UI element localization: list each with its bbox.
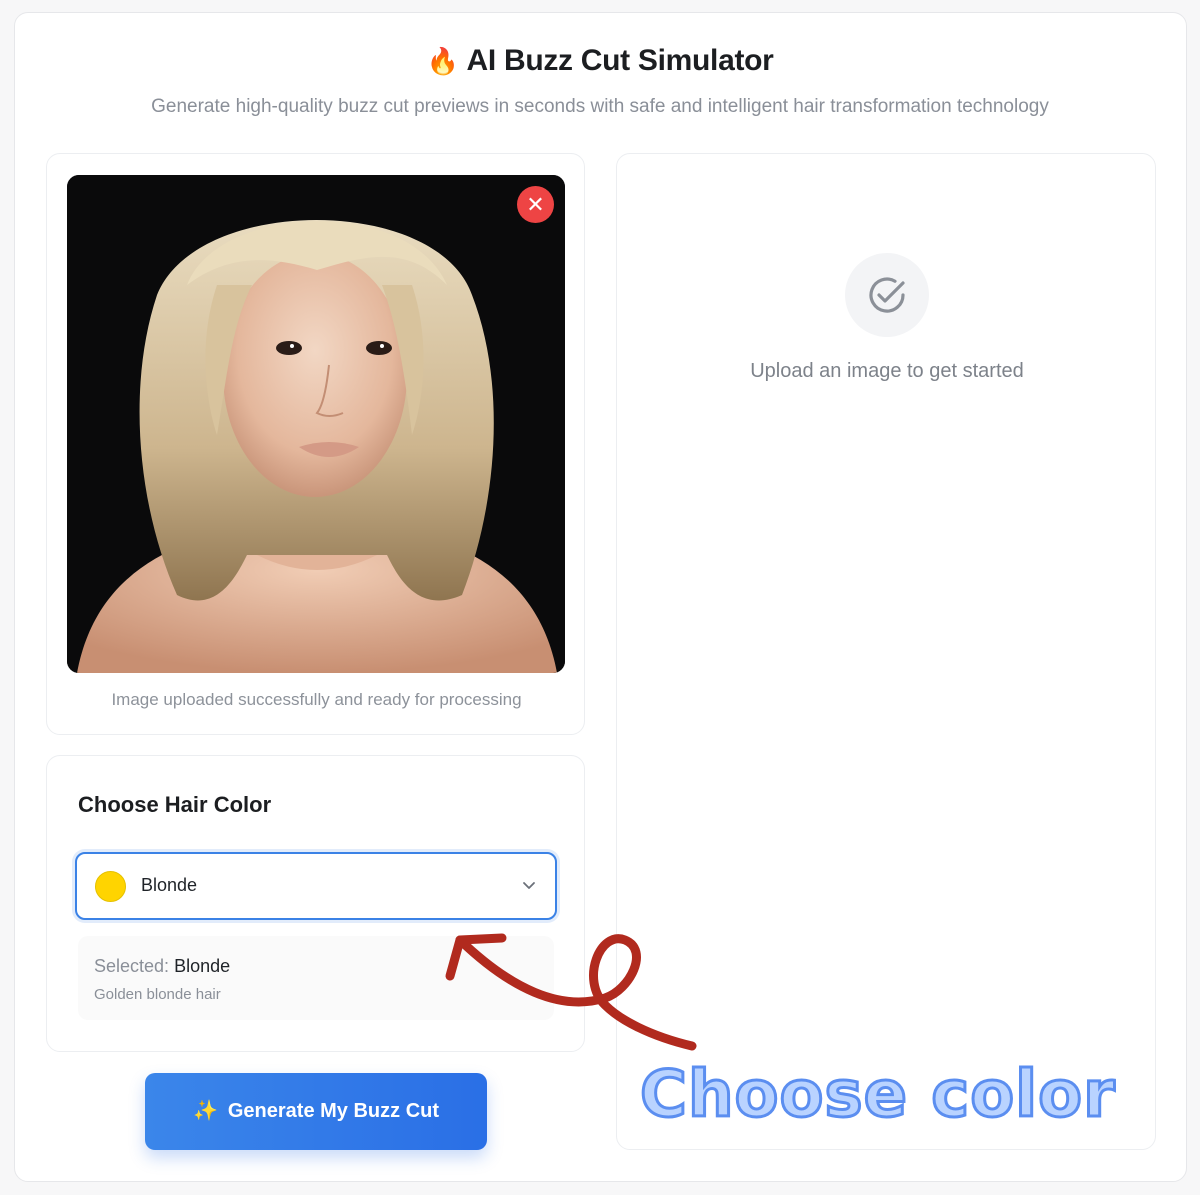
hair-color-selected-value: Blonde	[141, 875, 198, 895]
page-title: 🔥 AI Buzz Cut Simulator	[0, 44, 1200, 78]
remove-image-button[interactable]: ✕	[517, 186, 554, 223]
selected-prefix: Selected:	[94, 956, 170, 976]
sparkles-icon: ✨	[192, 1100, 218, 1122]
upload-status-text: Image uploaded successfully and ready fo…	[111, 690, 522, 709]
upload-card: ✕ Image uploaded successfully and ready …	[46, 153, 585, 735]
page-title-text: AI Buzz Cut Simulator	[466, 44, 774, 77]
color-swatch	[95, 871, 126, 902]
annotation-arrow	[445, 933, 697, 1051]
selected-color-description: Golden blonde hair	[94, 986, 221, 1003]
selected-color-name: Blonde	[174, 956, 231, 976]
close-icon: ✕	[526, 192, 545, 217]
generate-button-label: Generate My Buzz Cut	[227, 1100, 440, 1122]
hair-color-title: Choose Hair Color	[78, 792, 272, 817]
check-circle-icon	[845, 253, 929, 337]
chevron-down-icon	[523, 882, 535, 889]
selected-color-line: Selected: Blonde	[94, 956, 230, 977]
fire-icon: 🔥	[426, 46, 459, 76]
generate-button[interactable]: ✨ Generate My Buzz Cut	[145, 1073, 487, 1150]
annotation-label: Choose color	[639, 1057, 1117, 1134]
result-empty-text: Upload an image to get started	[750, 360, 1024, 382]
uploaded-image	[67, 175, 565, 673]
page-subtitle: Generate high-quality buzz cut previews …	[151, 96, 1049, 117]
